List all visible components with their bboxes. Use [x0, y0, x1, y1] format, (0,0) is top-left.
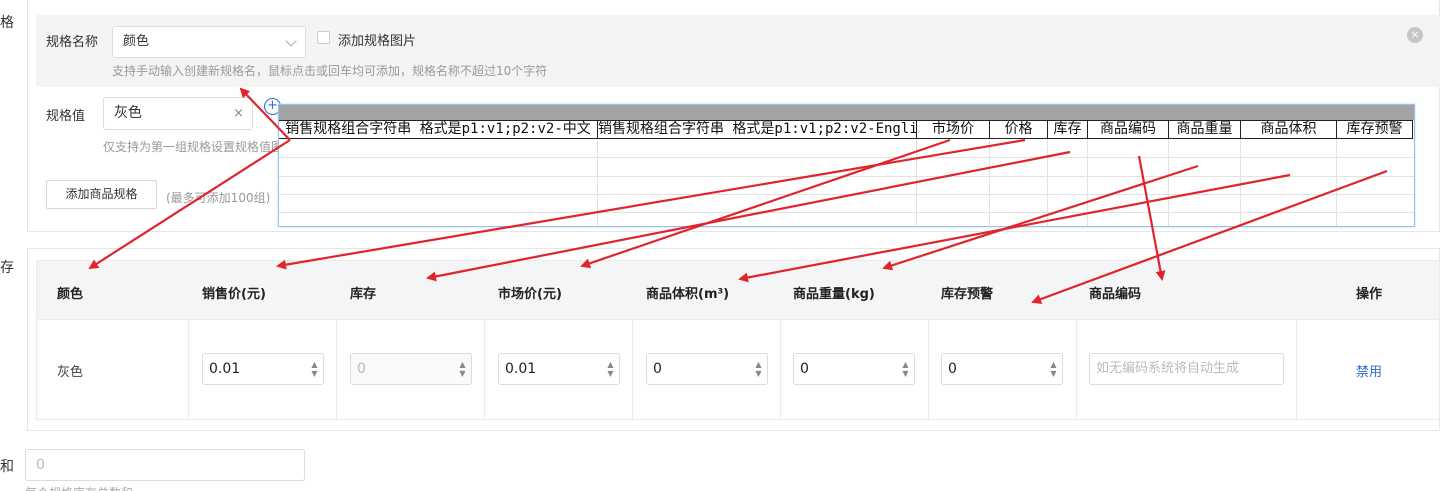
add-image-checkbox[interactable] [317, 31, 330, 44]
spreadsheet-header-bar [279, 105, 1414, 120]
spec-name-value: 颜色 [123, 34, 150, 49]
volume-value: 0 [653, 361, 662, 377]
market-price-input[interactable]: 0.01 ▲ ▼ [498, 353, 620, 385]
stepper-icon[interactable]: ▲ ▼ [458, 360, 467, 378]
spreadsheet-overlay: 销售规格组合字符串 格式是p1:v1;p2:v2-中文 销售规格组合字符串 格式… [278, 104, 1415, 227]
spec-value-text: 灰色 [114, 105, 142, 121]
total-stock-input[interactable]: 0 [25, 449, 305, 481]
spreadsheet-grid [279, 139, 1414, 226]
spec-name-select[interactable]: 颜色 [112, 26, 306, 58]
spreadsheet-header-row: 销售规格组合字符串 格式是p1:v1;p2:v2-中文 销售规格组合字符串 格式… [279, 120, 1413, 139]
remove-icon[interactable]: × [233, 98, 244, 129]
stock-section-label: 存 [0, 260, 14, 276]
sku-table: 颜色 销售价(元) 库存 市场价(元) 商品体积(m³) 商品重量(kg) 库存… [36, 260, 1440, 420]
close-icon[interactable]: × [1407, 27, 1423, 43]
volume-input[interactable]: 0 ▲ ▼ [646, 353, 768, 385]
col-header-volume: 商品体积(m³) [646, 287, 730, 302]
stock-value: 0 [357, 361, 366, 377]
spec-section-label: 格 [0, 15, 14, 31]
code-input[interactable]: 如无编码系统将自动生成 [1089, 353, 1284, 385]
stepper-icon[interactable]: ▲ ▼ [1049, 360, 1058, 378]
col-header-color: 颜色 [57, 287, 84, 302]
spec-name-hint: 支持手动输入创建新规格名，鼠标点击或回车均可添加，规格名称不超过10个字符 [112, 64, 548, 78]
stepper-icon[interactable]: ▲ ▼ [310, 360, 319, 378]
add-image-label: 添加规格图片 [338, 34, 417, 49]
disable-link[interactable]: 禁用 [1356, 361, 1382, 380]
sheet-col-header: 商品重量 [1169, 121, 1241, 138]
col-header-stock-alert: 库存预警 [941, 287, 994, 302]
spec-name-label: 规格名称 [46, 35, 99, 50]
sku-table-header: 颜色 销售价(元) 库存 市场价(元) 商品体积(m³) 商品重量(kg) 库存… [37, 261, 1439, 320]
sale-price-value: 0.01 [209, 361, 241, 377]
stock-input[interactable]: 0 ▲ ▼ [350, 353, 472, 385]
sheet-col-header: 销售规格组合字符串 格式是p1:v1;p2:v2-中文 [279, 121, 598, 138]
market-price-value: 0.01 [505, 361, 537, 377]
stepper-icon[interactable]: ▲ ▼ [754, 360, 763, 378]
stock-alert-value: 0 [948, 361, 957, 377]
sheet-col-header: 商品体积 [1241, 121, 1337, 138]
stepper-icon[interactable]: ▲ ▼ [901, 360, 910, 378]
sheet-col-header: 库存预警 [1337, 121, 1413, 138]
add-spec-button[interactable]: 添加商品规格 [46, 180, 157, 209]
chevron-down-icon [285, 35, 297, 47]
sale-price-input[interactable]: 0.01 ▲ ▼ [202, 353, 324, 385]
add-spec-limit: (最多可添加100组) [166, 191, 271, 205]
col-header-stock: 库存 [350, 287, 377, 302]
sum-section-label: 和 [0, 459, 14, 475]
weight-input[interactable]: 0 ▲ ▼ [793, 353, 915, 385]
spec-value-label: 规格值 [46, 109, 86, 124]
stock-alert-input[interactable]: 0 ▲ ▼ [941, 353, 1063, 385]
sheet-col-header: 市场价 [917, 121, 990, 138]
col-header-action: 操作 [1356, 287, 1383, 302]
sheet-col-header: 商品编码 [1088, 121, 1169, 138]
sheet-col-header: 库存 [1048, 121, 1088, 138]
stepper-icon[interactable]: ▲ ▼ [606, 360, 615, 378]
spec-value-hint: 仅支持为第一组规格设置规格值图 [103, 140, 284, 154]
weight-value: 0 [800, 361, 809, 377]
col-header-weight: 商品重量(kg) [793, 287, 875, 302]
spec-value-input[interactable]: 灰色 × [103, 97, 253, 130]
col-header-sale-price: 销售价(元) [202, 287, 266, 302]
col-header-code: 商品编码 [1089, 287, 1142, 302]
total-stock-hint: 每个规格库存总数和 [25, 484, 133, 491]
sheet-col-header: 销售规格组合字符串 格式是p1:v1;p2:v2-English [598, 121, 917, 138]
row-color: 灰色 [57, 365, 84, 380]
sheet-col-header: 价格 [990, 121, 1048, 138]
col-header-market-price: 市场价(元) [498, 287, 562, 302]
